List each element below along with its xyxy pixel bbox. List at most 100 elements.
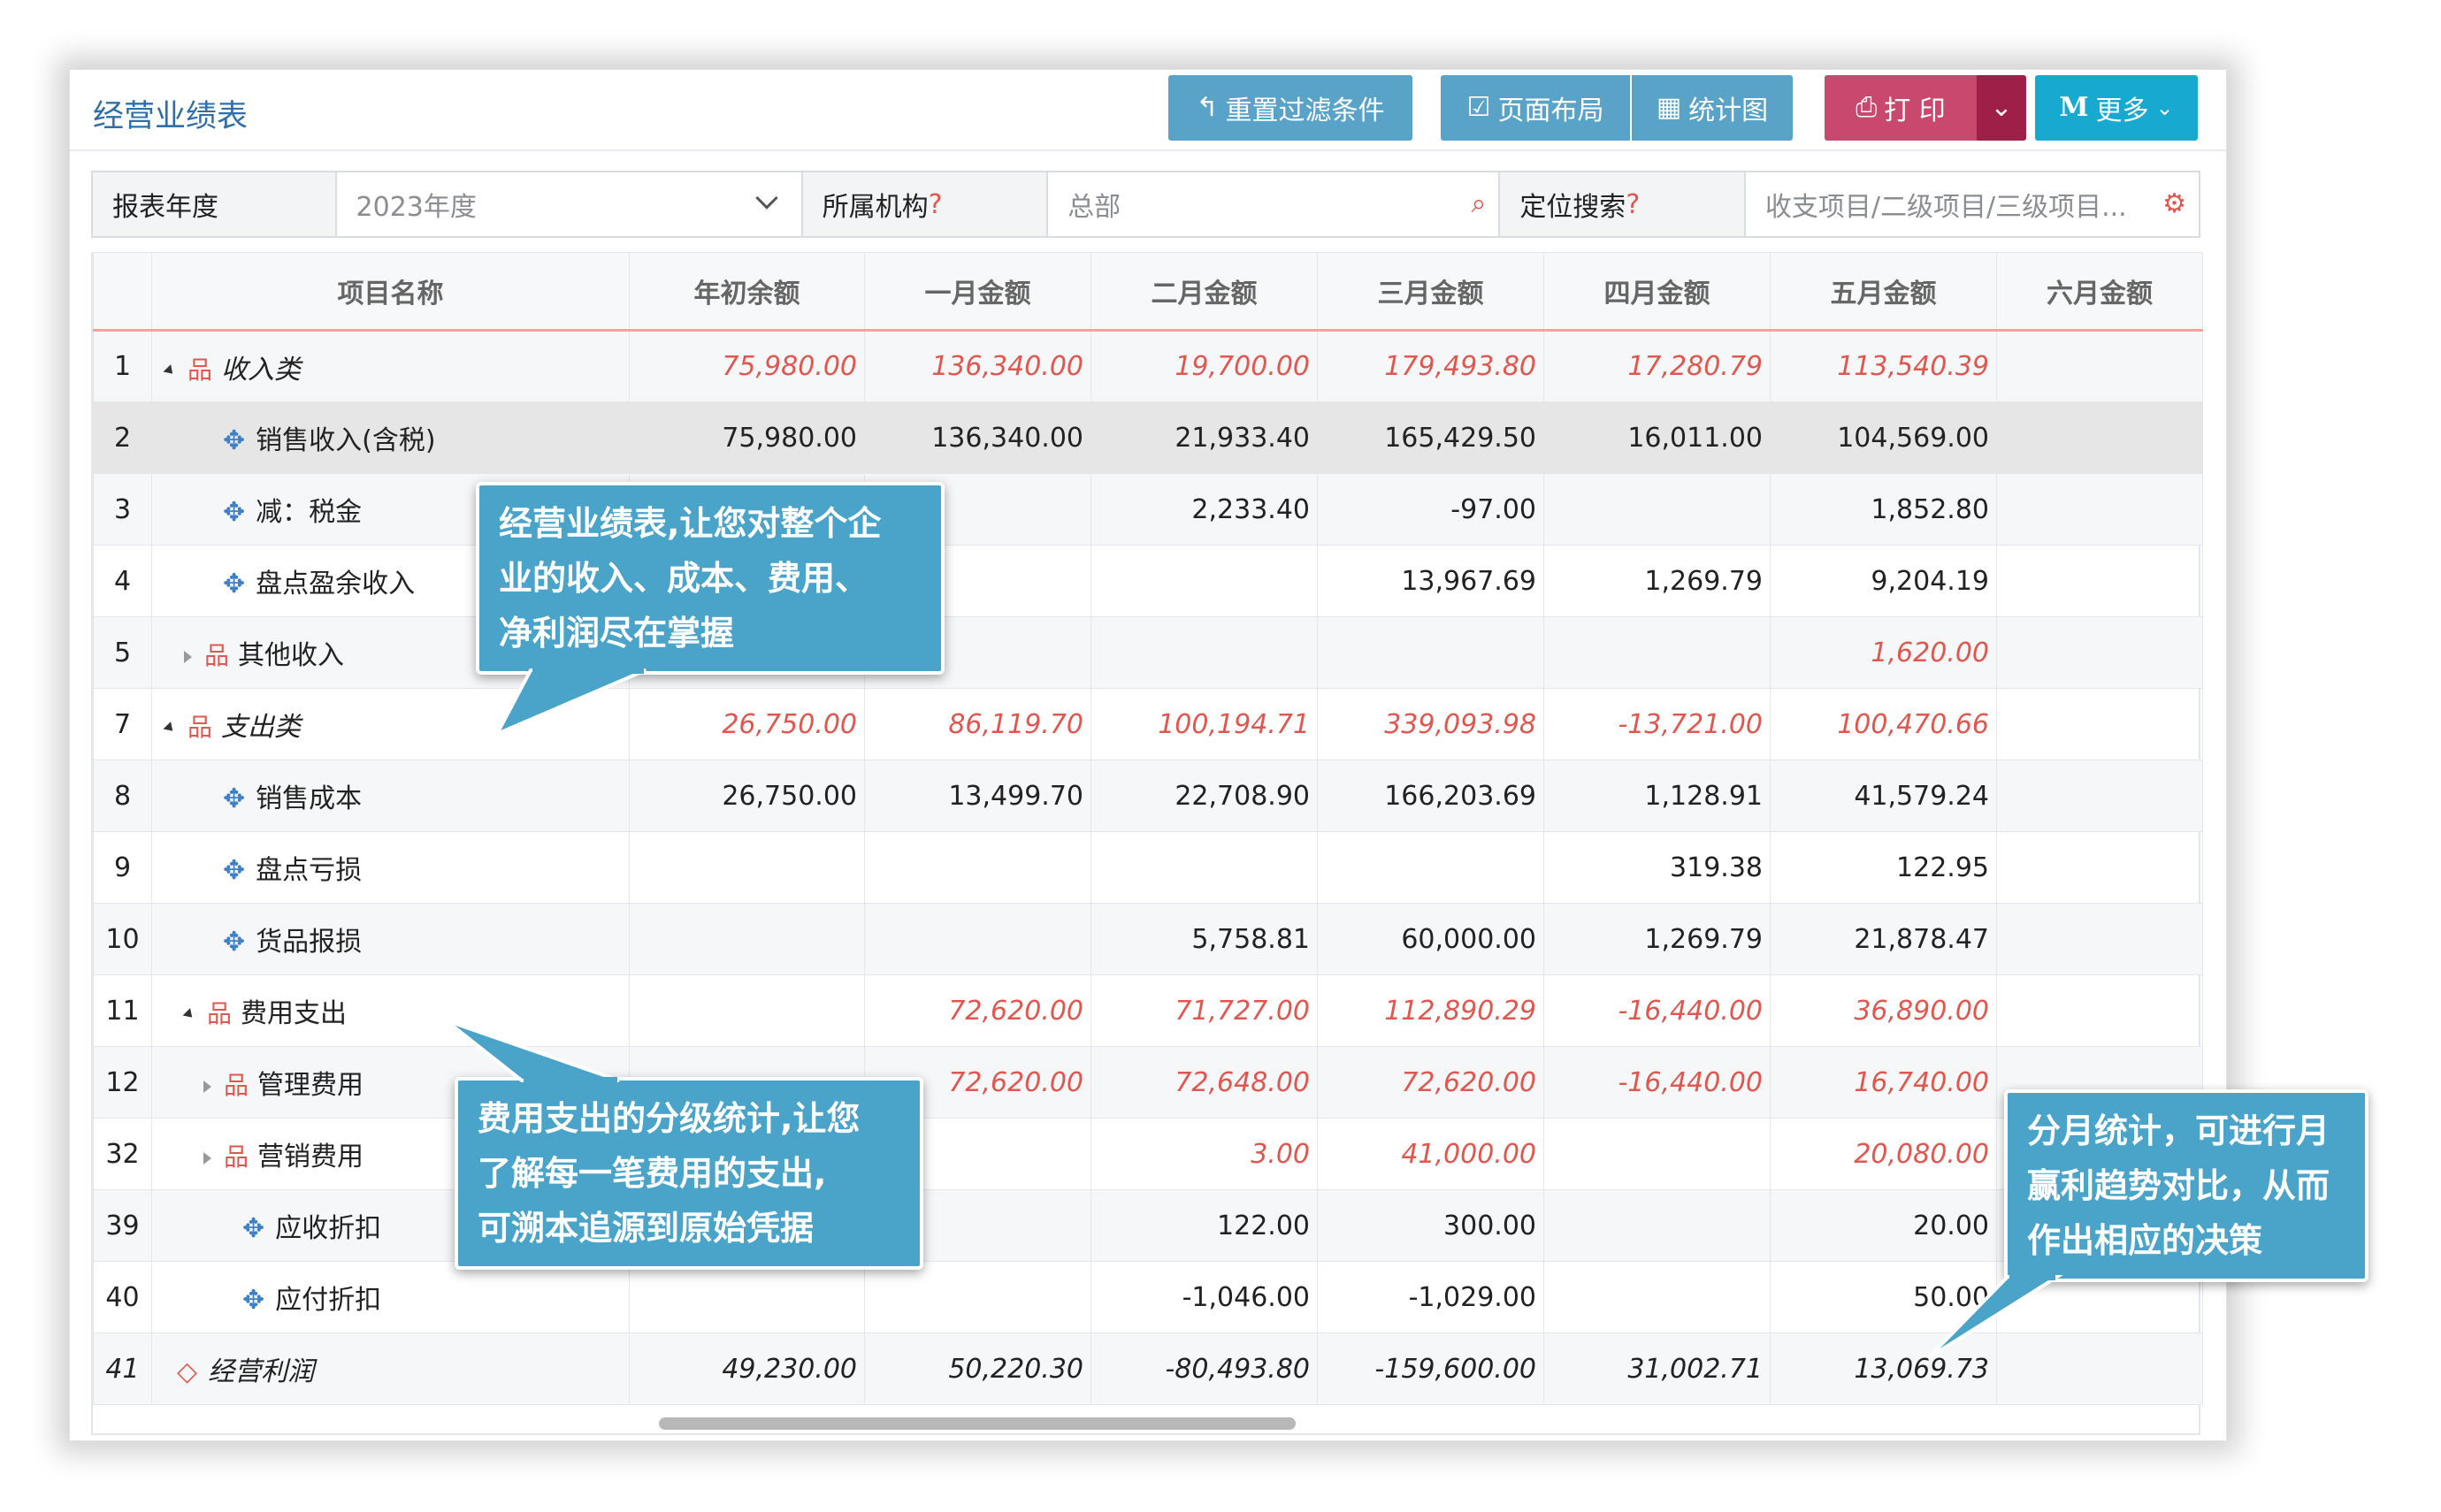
amount-cell: 26,750.00 bbox=[629, 760, 865, 832]
amount-cell bbox=[1543, 473, 1771, 546]
table-row[interactable]: 7 品支出类 26,750.00 86,119.70 100,194.71 339,093… bbox=[93, 688, 2203, 760]
item-name-cell[interactable]: ✥ 货品报损 bbox=[151, 903, 630, 975]
column-header[interactable]: 一月金额 bbox=[864, 252, 1091, 332]
org-input[interactable]: 总部 ⌕ bbox=[1048, 172, 1501, 236]
amount-cell: 100,470.66 bbox=[1770, 688, 1997, 760]
row-number: 12 bbox=[93, 1046, 152, 1119]
more-button[interactable]: M 更多 ⌄ bbox=[2035, 75, 2198, 141]
collapse-icon[interactable] bbox=[182, 1008, 196, 1021]
collapse-icon[interactable] bbox=[163, 363, 177, 378]
amount-cell: 21,933.40 bbox=[1090, 401, 1318, 474]
table-row[interactable]: 32 品营销费用 3.00 41,000.00 20,080.00 bbox=[93, 1118, 2203, 1190]
table-header-row: 项目名称 年初余额 一月金额 二月金额 三月金额 四月金额 五月金额 六月金额 bbox=[93, 252, 2203, 332]
column-header[interactable]: 二月金额 bbox=[1090, 252, 1318, 332]
amount-cell: 21,878.47 bbox=[1770, 903, 1997, 975]
table-row[interactable]: 39 ✥ 应收折扣 122.00 300.00 20.00 bbox=[93, 1189, 2203, 1262]
item-name: 其他收入 bbox=[238, 640, 345, 671]
amount-cell: 9,204.19 bbox=[1770, 545, 1997, 617]
amount-cell: 1,128.91 bbox=[1543, 760, 1771, 832]
table-row[interactable]: 10 ✥ 货品报损 5,758.81 60,000.00 1,269.79 21,878.4… bbox=[93, 903, 2203, 975]
hierarchy-icon: 品 bbox=[207, 999, 233, 1028]
amount-cell: 300.00 bbox=[1317, 1189, 1544, 1262]
table-row[interactable]: 1 品收入类 75,980.00 136,340.00 19,700.00 179,493… bbox=[93, 330, 2203, 402]
gears-icon[interactable]: ⚙ bbox=[2162, 188, 2186, 219]
column-header[interactable]: 四月金额 bbox=[1543, 252, 1771, 332]
row-number: 7 bbox=[93, 688, 152, 760]
reset-filters-label: 重置过滤条件 bbox=[1225, 95, 1385, 126]
amount-cell: 104,569.00 bbox=[1770, 401, 1997, 474]
page-layout-label: 页面布局 bbox=[1497, 95, 1604, 126]
amount-cell: 17,280.79 bbox=[1543, 330, 1771, 402]
table-row[interactable]: 2 ✥ 销售收入(含税) 75,980.00 136,340.00 21,933.40 16… bbox=[93, 401, 2203, 474]
amount-cell bbox=[629, 974, 865, 1047]
amount-cell: 75,980.00 bbox=[629, 401, 865, 474]
expand-icon[interactable] bbox=[203, 1080, 211, 1093]
move-icon: ✥ bbox=[223, 783, 246, 814]
column-header[interactable]: 项目名称 bbox=[151, 252, 630, 332]
amount-cell: 50,220.30 bbox=[864, 1333, 1091, 1405]
chart-button[interactable]: ▦ 统计图 bbox=[1632, 75, 1793, 141]
table-row[interactable]: 8 ✥ 销售成本 26,750.00 13,499.70 22,708.90 166,203… bbox=[93, 760, 2203, 832]
column-header[interactable]: 年初余额 bbox=[629, 252, 865, 332]
hierarchy-icon: 品 bbox=[224, 1071, 249, 1100]
column-header[interactable]: 六月金额 bbox=[1996, 252, 2203, 332]
search-icon[interactable]: ⌕ bbox=[1472, 188, 1487, 219]
amount-cell: 60,000.00 bbox=[1317, 903, 1544, 975]
print-dropdown-button[interactable]: ⌄ bbox=[1977, 75, 2026, 141]
amount-cell bbox=[1090, 545, 1318, 617]
amount-cell bbox=[1996, 330, 2203, 402]
amount-cell bbox=[1317, 616, 1544, 689]
amount-cell: 1,269.79 bbox=[1543, 545, 1771, 617]
table-row[interactable]: 4 ✥ 盘点盈余收入 13,967.69 1,269.79 9,204.19 bbox=[93, 545, 2203, 617]
horizontal-scrollbar[interactable] bbox=[659, 1417, 1296, 1430]
amount-cell bbox=[1543, 1261, 1771, 1333]
move-icon: ✥ bbox=[223, 569, 246, 599]
row-number: 3 bbox=[93, 473, 152, 546]
row-number: 9 bbox=[93, 831, 152, 904]
item-name-cell[interactable]: ✥ 销售成本 bbox=[151, 760, 630, 832]
amount-cell: 71,727.00 bbox=[1090, 974, 1318, 1047]
amount-cell: -1,046.00 bbox=[1090, 1261, 1318, 1333]
check-square-icon: ☑ bbox=[1466, 92, 1491, 123]
move-icon: ✥ bbox=[242, 1285, 265, 1316]
table-row[interactable]: 11 品费用支出 72,620.00 71,727.00 112,890.29 -16,4… bbox=[93, 974, 2203, 1047]
year-select[interactable]: 2023年度 bbox=[336, 172, 803, 236]
column-header[interactable]: 五月金额 bbox=[1770, 252, 1997, 332]
amount-cell: 136,340.00 bbox=[864, 401, 1091, 474]
page-layout-button[interactable]: ☑ 页面布局 bbox=[1441, 75, 1630, 141]
locate-search-input[interactable]: 收支项目/二级项目/三级项目... ⚙ bbox=[1745, 172, 2199, 236]
print-button[interactable]: ⎙ 打 印 bbox=[1825, 75, 1977, 141]
row-number: 1 bbox=[93, 330, 152, 402]
item-name: 营销费用 bbox=[257, 1142, 364, 1172]
item-name-cell[interactable]: ✥ 应付折扣 bbox=[151, 1261, 630, 1333]
table-row[interactable]: 40 ✥ 应付折扣 -1,046.00 -1,029.00 50.00 bbox=[93, 1261, 2203, 1333]
item-name-cell[interactable]: ✥ 销售收入(含税) bbox=[151, 401, 630, 474]
amount-cell: 36,890.00 bbox=[1770, 974, 1997, 1047]
table-row[interactable]: 41 ◇ 经营利润 49,230.00 50,220.30 -80,493.80 -159,… bbox=[93, 1333, 2203, 1405]
collapse-icon[interactable] bbox=[163, 722, 177, 735]
expand-icon[interactable] bbox=[203, 1151, 211, 1165]
amount-cell bbox=[629, 831, 865, 904]
item-name: 经营利润 bbox=[208, 1356, 315, 1387]
amount-cell bbox=[1996, 831, 2203, 904]
table-row[interactable]: 9 ✥ 盘点亏损 319.38 122.95 bbox=[93, 831, 2203, 904]
amount-cell bbox=[1996, 760, 2203, 832]
item-name: 货品报损 bbox=[256, 927, 363, 958]
item-name-cell[interactable]: ✥ 盘点亏损 bbox=[151, 831, 630, 904]
column-header[interactable]: 三月金额 bbox=[1317, 252, 1544, 332]
item-name-cell[interactable]: 品收入类 bbox=[151, 330, 630, 402]
print-label: 打 印 bbox=[1884, 95, 1946, 126]
amount-cell: -1,029.00 bbox=[1317, 1261, 1544, 1333]
item-name-cell[interactable]: ◇ 经营利润 bbox=[151, 1333, 630, 1405]
row-number: 11 bbox=[93, 974, 152, 1047]
table-row[interactable]: 3 ✥ 减：税金 2,233.40 -97.00 1,852.80 bbox=[93, 473, 2203, 546]
org-label: 所属机构? bbox=[802, 172, 1049, 236]
row-number: 5 bbox=[93, 616, 152, 689]
amount-cell: 1,269.79 bbox=[1543, 903, 1771, 975]
table-row[interactable]: 5 品其他收入 1,620.00 bbox=[93, 616, 2203, 689]
table-row[interactable]: 12 品管理费用 72,620.00 72,648.00 72,620.00 -16,44… bbox=[93, 1046, 2203, 1119]
hierarchy-icon: 品 bbox=[204, 641, 230, 670]
expand-icon[interactable] bbox=[184, 650, 192, 663]
amount-cell: -16,440.00 bbox=[1543, 974, 1771, 1047]
reset-filters-button[interactable]: ↰ 重置过滤条件 bbox=[1168, 75, 1412, 141]
